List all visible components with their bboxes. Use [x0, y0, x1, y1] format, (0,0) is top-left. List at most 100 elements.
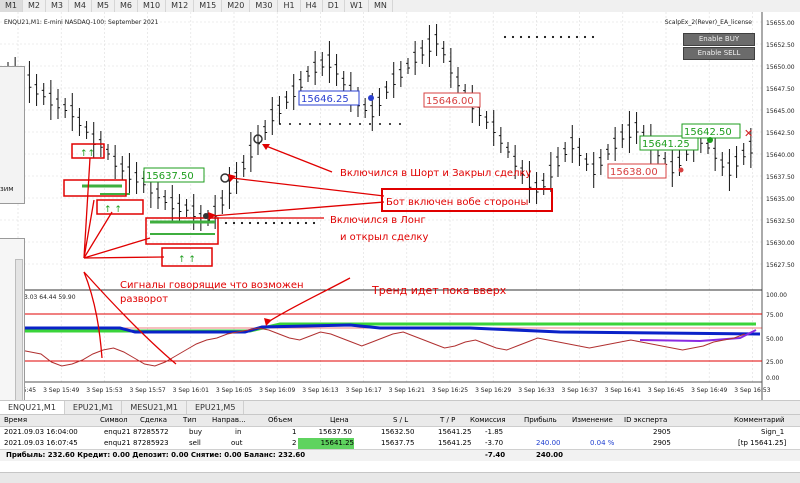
price-chart[interactable]: 15655.00 15652.50 15650.00 15647.50 15645.00… — [0, 12, 800, 400]
price-label: 15638.00 — [610, 167, 658, 178]
time-tick-label: 3 Sep 16:29 — [475, 387, 511, 394]
chart-header-label: ENQU21,M1: E-mini NASDAQ-100: September … — [4, 19, 159, 26]
timeframe-m5[interactable]: M5 — [92, 0, 115, 12]
tab-epu21-m1[interactable]: EPU21,M1 — [65, 401, 123, 414]
timeframe-h4[interactable]: H4 — [301, 0, 323, 12]
timeframe-w1[interactable]: W1 — [345, 0, 369, 12]
cell-deal: 87285572 — [133, 428, 169, 436]
timeframe-m20[interactable]: M20 — [222, 0, 251, 12]
sar-dot — [399, 123, 401, 125]
trade-marker — [707, 137, 713, 143]
annotation-signals-text-1: Сигналы говорящие что возможен — [120, 280, 304, 291]
sar-dot — [519, 35, 523, 39]
summary-commission: -7.40 — [485, 451, 506, 459]
tab-mesu21-m1[interactable]: MESU21,M1 — [122, 401, 187, 414]
column-header[interactable]: S / L — [393, 415, 408, 426]
timeframe-d1[interactable]: D1 — [323, 0, 345, 12]
timeframe-m15[interactable]: M15 — [194, 0, 223, 12]
sar-dot — [279, 123, 281, 125]
column-header[interactable]: Символ — [100, 415, 128, 426]
price-label: 15637.50 — [146, 171, 194, 182]
column-header[interactable]: Сделка — [140, 415, 167, 426]
timeframe-mn[interactable]: MN — [369, 0, 393, 12]
enable-sell-button[interactable]: Enable SELL — [683, 47, 755, 60]
sar-dot — [535, 35, 539, 39]
cell-deal: 87285923 — [133, 439, 169, 447]
price-tick-label: 15640.00 — [766, 152, 795, 159]
timeframe-h1[interactable]: H1 — [278, 0, 301, 12]
indicator-values-label: 3.03 64.44 59.90 — [24, 294, 76, 301]
sar-dot — [369, 123, 371, 125]
cell-volume: 1 — [292, 428, 297, 436]
sar-dot — [248, 221, 252, 225]
timeframe-m3[interactable]: M3 — [46, 0, 69, 12]
cell-tp: 15641.25 — [438, 439, 472, 447]
indicator-tick-label: 25.00 — [766, 359, 783, 366]
close-cross-icon: ✕ — [744, 127, 753, 140]
sar-dot — [232, 221, 236, 225]
cell-sl: 15637.75 — [381, 439, 415, 447]
trade-marker — [368, 95, 374, 101]
column-header[interactable]: Изменение — [572, 415, 613, 426]
column-header[interactable]: Прибыль — [524, 415, 557, 426]
up-arrow-icon: ↑ ↑ — [178, 255, 196, 265]
timeframe-m2[interactable]: M2 — [23, 0, 46, 12]
sar-dot — [288, 221, 292, 225]
annotation-both-text: Бот включен вобе стороны — [386, 197, 528, 208]
sar-dot — [339, 123, 341, 125]
time-tick-label: 3 Sep 15:53 — [86, 387, 122, 394]
timeframe-m4[interactable]: M4 — [69, 0, 92, 12]
cell-time: 2021.09.03 16:04:00 — [4, 428, 78, 436]
sar-dot — [359, 123, 361, 125]
column-header[interactable]: T / P — [440, 415, 455, 426]
sar-dot — [264, 221, 268, 225]
price-tick-label: 15627.50 — [766, 262, 795, 269]
tab-epu21-m5[interactable]: EPU21,M5 — [187, 401, 245, 414]
timeframe-m1[interactable]: M1 — [0, 0, 23, 12]
column-header[interactable]: Цена — [330, 415, 349, 426]
price-tick-label: 15645.00 — [766, 108, 795, 115]
cell-type: buy — [189, 428, 203, 436]
time-tick-label: 3 Sep 16:21 — [389, 387, 425, 394]
sar-dot — [551, 35, 555, 39]
time-tick-label: 3 Sep 16:33 — [518, 387, 554, 394]
table-row[interactable]: 2021.09.03 16:07:45 enqu21 87285923 sell… — [0, 438, 800, 449]
sar-dot — [567, 35, 571, 39]
column-header[interactable]: Время — [4, 415, 27, 426]
enable-buy-button[interactable]: Enable BUY — [683, 33, 755, 46]
timeframe-m6[interactable]: M6 — [115, 0, 138, 12]
column-header[interactable]: Направ... — [212, 415, 246, 426]
annotation-short-text: Включился в Шорт и Закрыл сделку — [340, 168, 532, 179]
sar-dot — [256, 221, 260, 225]
sar-dot — [349, 123, 351, 125]
column-header[interactable]: ID эксперта — [624, 415, 667, 426]
sar-dot — [224, 221, 228, 225]
indicator-tick-label: 0.00 — [766, 375, 780, 382]
indicator-tick-label: 75.00 — [766, 312, 783, 319]
timeframe-m12[interactable]: M12 — [166, 0, 195, 12]
tab-enqu21-m1[interactable]: ENQU21,M1 — [0, 401, 65, 414]
time-tick-label: 3 Sep 16:37 — [561, 387, 597, 394]
timeframe-m10[interactable]: M10 — [138, 0, 167, 12]
price-tick-label: 15650.00 — [766, 64, 795, 71]
column-header[interactable]: Тип — [183, 415, 196, 426]
sar-dot — [272, 221, 276, 225]
sar-dot — [503, 35, 507, 39]
sar-dot — [591, 35, 595, 39]
summary-row: Прибыль: 232.60 Кредит: 0.00 Депозит: 0.… — [0, 449, 800, 461]
table-row[interactable]: 2021.09.03 16:04:00 enqu21 87285572 buy … — [0, 427, 800, 438]
sar-dot — [575, 35, 579, 39]
time-tick-label: 3 Sep 16:17 — [345, 387, 381, 394]
time-tick-label: 3 Sep 15:57 — [129, 387, 165, 394]
panel-scrollbar[interactable] — [15, 259, 23, 401]
time-tick-label: 3 Sep 16:25 — [432, 387, 468, 394]
column-header[interactable]: Комментарий — [734, 415, 785, 426]
column-header[interactable]: Объем — [268, 415, 292, 426]
timeframe-m30[interactable]: M30 — [250, 0, 279, 12]
column-header[interactable]: Комиссия — [470, 415, 506, 426]
price-tick-label: 15637.50 — [766, 174, 795, 181]
trade-entry-marker — [203, 213, 209, 219]
annotation-trend-text: Тренд идет пока вверх — [371, 284, 507, 297]
cell-direction: out — [231, 439, 243, 447]
cell-change: 0.04 % — [590, 439, 615, 447]
